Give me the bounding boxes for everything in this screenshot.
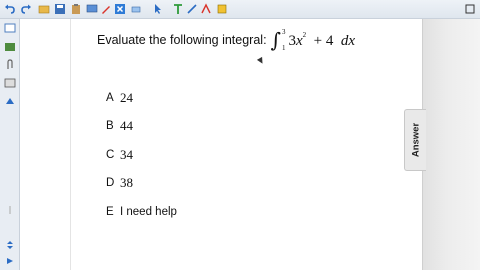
integral-icon: ∫ (270, 28, 281, 52)
integral-limits: 3 1 (282, 28, 286, 52)
pointer-icon[interactable] (152, 3, 164, 15)
right-gutter (422, 19, 480, 270)
redo-icon[interactable] (20, 3, 32, 15)
redo-icon[interactable] (4, 255, 16, 267)
addons-icon[interactable] (4, 96, 16, 108)
answer-tab-label: Answer (410, 122, 421, 158)
screen-icon[interactable] (86, 3, 98, 15)
option-letter: C (106, 149, 115, 161)
line-icon[interactable] (186, 3, 198, 15)
question-text: Evaluate the following integral: ∫ 3 1 3… (97, 27, 355, 53)
option-b[interactable]: B 44 (106, 118, 133, 134)
option-text: 24 (120, 90, 133, 105)
term1-var: x (295, 32, 303, 49)
answer-tab[interactable]: Answer (404, 109, 426, 171)
toolbar (0, 0, 480, 19)
term1-coef: 3 (288, 32, 296, 49)
differential: dx (340, 32, 356, 49)
option-a[interactable]: A 24 (106, 90, 133, 106)
option-text: I need help (120, 206, 177, 218)
eraser-icon[interactable] (130, 3, 142, 15)
option-letter: B (106, 120, 114, 132)
undo-icon[interactable] (4, 239, 16, 251)
page-sorter-icon[interactable] (4, 22, 16, 34)
operator: + (313, 32, 323, 49)
undo-icon[interactable] (4, 3, 16, 15)
close-icon[interactable] (114, 3, 126, 15)
term1-exponent: 2 (302, 30, 307, 39)
integrand: 3x2 + 4 dx (288, 31, 355, 50)
option-letter: E (106, 206, 114, 218)
canvas-margin (20, 19, 70, 270)
option-text: 44 (120, 118, 133, 133)
shape-icon[interactable] (216, 3, 228, 15)
whiteboard-page[interactable] (70, 19, 422, 270)
lower-limit: 1 (281, 44, 286, 52)
pointer-icon[interactable] (4, 204, 16, 216)
option-text: 38 (120, 175, 133, 190)
upper-limit: 3 (281, 28, 286, 36)
gallery-icon[interactable] (4, 41, 16, 53)
option-c[interactable]: C 34 (106, 147, 133, 163)
text-icon[interactable] (172, 3, 184, 15)
folder-icon[interactable] (38, 3, 50, 15)
question-prompt: Evaluate the following integral: (97, 33, 267, 47)
option-letter: A (106, 92, 114, 104)
option-d[interactable]: D 38 (106, 175, 133, 191)
pen-icon[interactable] (100, 3, 112, 15)
attachments-icon[interactable] (4, 59, 16, 71)
save-icon[interactable] (54, 3, 66, 15)
option-text: 34 (120, 147, 133, 162)
paste-icon[interactable] (70, 3, 82, 15)
option-letter: D (106, 177, 115, 189)
sidebar (0, 19, 20, 270)
properties-icon[interactable] (4, 77, 16, 89)
page-sorter-icon[interactable] (464, 3, 476, 15)
shape-icon[interactable] (200, 3, 212, 15)
constant: 4 (325, 32, 334, 49)
option-e[interactable]: E I need help (106, 204, 177, 220)
